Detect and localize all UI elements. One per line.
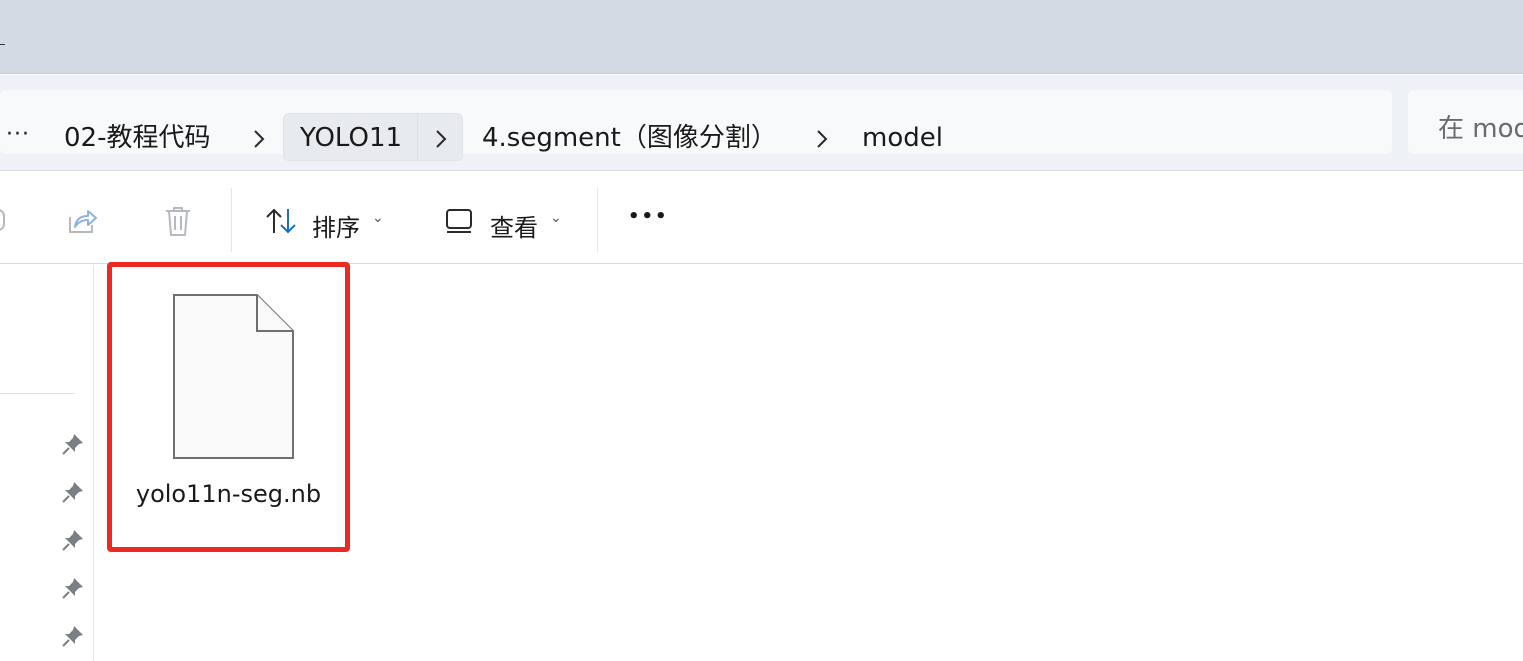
sort-icon (266, 208, 296, 234)
sort-label: 排序 (312, 214, 360, 242)
toolbar-divider (231, 188, 232, 252)
chevron-right-icon[interactable] (252, 129, 266, 149)
chevron-right-icon[interactable] (815, 129, 829, 149)
pin-icon[interactable] (60, 479, 86, 505)
share-icon[interactable] (66, 205, 98, 237)
delete-icon[interactable] (162, 204, 194, 238)
navigation-pane (0, 265, 94, 661)
pin-icon[interactable] (60, 431, 86, 457)
chevron-down-icon: ⌄ (372, 210, 384, 226)
view-label: 查看 (490, 214, 538, 242)
file-icon (173, 294, 294, 459)
breadcrumb-item-02[interactable]: 02-教程代码 (64, 123, 210, 153)
breadcrumb-item-model[interactable]: model (862, 123, 943, 153)
file-name: yolo11n-seg.nb (135, 480, 322, 508)
breadcrumb-item-segment[interactable]: 4.segment（图像分割） (482, 123, 777, 153)
pin-icon[interactable] (60, 575, 86, 601)
breadcrumb-split-divider (417, 113, 418, 161)
chevron-down-icon: ⌄ (550, 210, 562, 226)
rename-icon[interactable] (0, 206, 8, 234)
nav-divider (0, 393, 75, 394)
search-input[interactable]: 在 mod (1408, 90, 1523, 154)
command-bar: 排序 ⌄ 查看 ⌄ ••• (0, 172, 1523, 264)
breadcrumb-item-yolo11[interactable]: YOLO11 (300, 123, 402, 153)
more-options-button[interactable]: ••• (628, 206, 669, 227)
address-bar[interactable]: ··· 02-教程代码 YOLO11 4.segment（图像分割） model (0, 90, 1392, 161)
sort-button[interactable]: 排序 ⌄ (258, 192, 398, 248)
chevron-right-icon[interactable] (434, 129, 448, 149)
toolbar-divider (597, 188, 598, 252)
pin-icon[interactable] (60, 623, 86, 649)
file-item[interactable]: yolo11n-seg.nb (107, 262, 350, 552)
address-row: ··· 02-教程代码 YOLO11 4.segment（图像分割） model… (0, 75, 1523, 171)
view-button[interactable]: 查看 ⌄ (440, 192, 580, 248)
pin-icon[interactable] (60, 527, 86, 553)
search-placeholder: 在 mod (1438, 114, 1523, 144)
view-icon (446, 209, 472, 233)
breadcrumb-more-button[interactable]: ··· (6, 120, 30, 150)
window-control-fragment[interactable] (0, 44, 5, 45)
title-bar (0, 0, 1523, 74)
file-list: yolo11n-seg.nb (95, 262, 1523, 661)
